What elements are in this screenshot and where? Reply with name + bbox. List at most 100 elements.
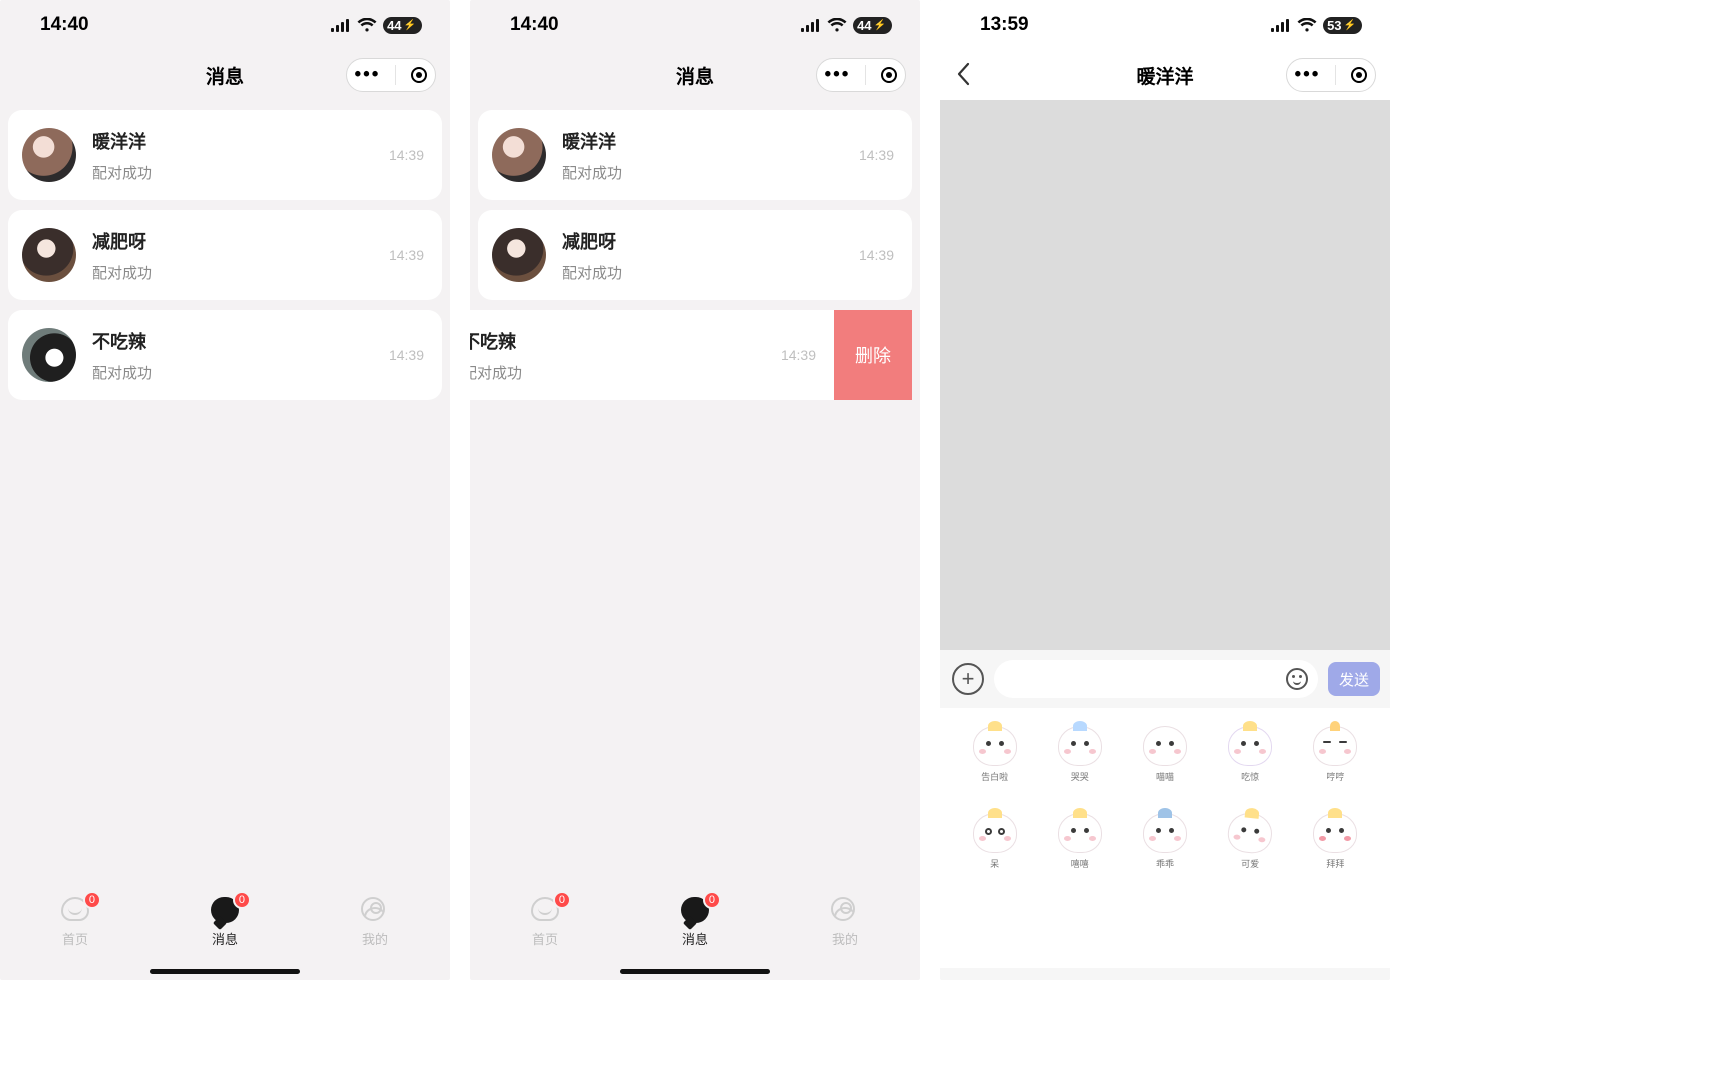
conversation-time: 14:39 — [389, 347, 424, 363]
sticker-item[interactable]: 呆 — [964, 813, 1026, 870]
conversation-preview: 配对成功 — [92, 262, 389, 283]
sticker-item[interactable]: 嘻嘻 — [1049, 813, 1111, 870]
attach-button[interactable]: + — [952, 663, 984, 695]
sticker-item[interactable]: 哭哭 — [1049, 726, 1111, 783]
battery-icon: 44⚡ — [853, 17, 892, 34]
signal-icon — [801, 19, 821, 32]
phone-messages-list: 14:40 44⚡ 消息 ••• 暖洋洋 配对成功 — [0, 0, 450, 980]
miniprogram-capsule[interactable]: ••• — [1286, 58, 1376, 92]
badge: 0 — [553, 891, 571, 909]
tab-label: 首页 — [62, 929, 88, 948]
tab-messages[interactable]: 0 消息 — [211, 897, 239, 948]
delete-button[interactable]: 删除 — [834, 310, 912, 400]
status-time: 14:40 — [510, 14, 559, 36]
avatar — [492, 228, 546, 282]
conversation-name: 减肥呀 — [562, 228, 859, 254]
sticker-caption: 喵喵 — [1134, 770, 1196, 783]
sticker-item[interactable]: 哼哼 — [1304, 726, 1366, 783]
message-input[interactable] — [994, 660, 1318, 698]
close-icon[interactable] — [411, 67, 427, 83]
tab-label: 消息 — [682, 929, 708, 948]
conversation-time: 14:39 — [781, 347, 816, 363]
status-bar: 14:40 44⚡ — [0, 0, 450, 50]
sticker-item[interactable]: 可爱 — [1219, 813, 1281, 870]
wifi-icon — [357, 18, 377, 32]
sticker-panel: 告白啦 哭哭 喵喵 吃惊 哼哼 呆 嘻嘻 乖乖 可爱 拜拜 — [940, 708, 1390, 968]
emoji-button[interactable] — [1286, 668, 1308, 690]
tab-label: 消息 — [212, 929, 238, 948]
tab-bar: 0 首页 0 消息 我的 — [470, 890, 920, 964]
sticker-caption: 哭哭 — [1049, 770, 1111, 783]
conversation-time: 14:39 — [389, 147, 424, 163]
close-icon[interactable] — [881, 67, 897, 83]
phone-chat-room: 13:59 53⚡ 暖洋洋 ••• + 发送 — [940, 0, 1390, 980]
more-icon[interactable]: ••• — [355, 64, 381, 86]
conversation-item[interactable]: 减肥呀 配对成功 14:39 — [8, 210, 442, 300]
conversation-name: 减肥呀 — [92, 228, 389, 254]
sticker-item[interactable]: 吃惊 — [1219, 726, 1281, 783]
home-indicator — [620, 969, 770, 974]
chat-message-area[interactable] — [940, 100, 1390, 650]
home-indicator — [150, 969, 300, 974]
avatar — [22, 128, 76, 182]
sticker-item[interactable]: 喵喵 — [1134, 726, 1196, 783]
sticker-caption: 拜拜 — [1304, 857, 1366, 870]
conversation-preview: 配对成功 — [470, 362, 781, 383]
sticker-item[interactable]: 拜拜 — [1304, 813, 1366, 870]
miniprogram-capsule[interactable]: ••• — [346, 58, 436, 92]
sticker-item[interactable]: 乖乖 — [1134, 813, 1196, 870]
wifi-icon — [827, 18, 847, 32]
conversation-time: 14:39 — [859, 147, 894, 163]
miniprogram-capsule[interactable]: ••• — [816, 58, 906, 92]
chat-title: 暖洋洋 — [1136, 62, 1193, 89]
status-bar: 14:40 44⚡ — [470, 0, 920, 50]
sticker-caption: 吃惊 — [1219, 770, 1281, 783]
sticker-caption: 乖乖 — [1134, 857, 1196, 870]
tab-mine[interactable]: 我的 — [361, 897, 389, 948]
conversation-item-swiped[interactable]: 不吃辣 配对成功 14:39 删除 — [470, 310, 912, 400]
conversation-time: 14:39 — [389, 247, 424, 263]
back-button[interactable] — [956, 62, 970, 92]
conversation-name: 不吃辣 — [92, 328, 389, 354]
conversation-name: 暖洋洋 — [562, 128, 859, 154]
header: 消息 ••• — [0, 50, 450, 100]
close-icon[interactable] — [1351, 67, 1367, 83]
conversation-item[interactable]: 暖洋洋 配对成功 14:39 — [478, 110, 912, 200]
conversation-list: 暖洋洋 配对成功 14:39 减肥呀 配对成功 14:39 不吃辣 配对成功 1… — [0, 100, 450, 400]
phone-messages-swipe: 14:40 44⚡ 消息 ••• 暖洋洋 配对成功 — [470, 0, 920, 980]
chat-input-bar: + 发送 — [940, 650, 1390, 708]
battery-icon: 53⚡ — [1323, 17, 1362, 34]
wifi-icon — [1297, 18, 1317, 32]
more-icon[interactable]: ••• — [1295, 64, 1321, 86]
more-icon[interactable]: ••• — [825, 64, 851, 86]
conversation-item[interactable]: 不吃辣 配对成功 14:39 — [8, 310, 442, 400]
sticker-caption: 可爱 — [1219, 857, 1281, 870]
avatar — [22, 228, 76, 282]
page-title: 消息 — [676, 62, 714, 89]
sticker-caption: 呆 — [964, 857, 1026, 870]
conversation-item[interactable]: 减肥呀 配对成功 14:39 — [478, 210, 912, 300]
profile-icon — [361, 897, 385, 921]
avatar — [492, 128, 546, 182]
send-button[interactable]: 发送 — [1328, 662, 1380, 696]
conversation-item[interactable]: 暖洋洋 配对成功 14:39 — [8, 110, 442, 200]
tab-mine[interactable]: 我的 — [831, 897, 859, 948]
header: 消息 ••• — [470, 50, 920, 100]
tab-home[interactable]: 0 首页 — [61, 897, 89, 948]
tab-home[interactable]: 0 首页 — [531, 897, 559, 948]
status-bar: 13:59 53⚡ — [940, 0, 1390, 50]
status-time: 13:59 — [980, 14, 1029, 36]
status-time: 14:40 — [40, 14, 89, 36]
sticker-item[interactable]: 告白啦 — [964, 726, 1026, 783]
conversation-preview: 配对成功 — [562, 162, 859, 183]
avatar — [22, 328, 76, 382]
battery-icon: 44⚡ — [383, 17, 422, 34]
sticker-caption: 嘻嘻 — [1049, 857, 1111, 870]
profile-icon — [831, 897, 855, 921]
tab-messages[interactable]: 0 消息 — [681, 897, 709, 948]
tab-bar: 0 首页 0 消息 我的 — [0, 890, 450, 964]
conversation-time: 14:39 — [859, 247, 894, 263]
badge: 0 — [233, 891, 251, 909]
sticker-caption: 告白啦 — [964, 770, 1026, 783]
badge: 0 — [83, 891, 101, 909]
